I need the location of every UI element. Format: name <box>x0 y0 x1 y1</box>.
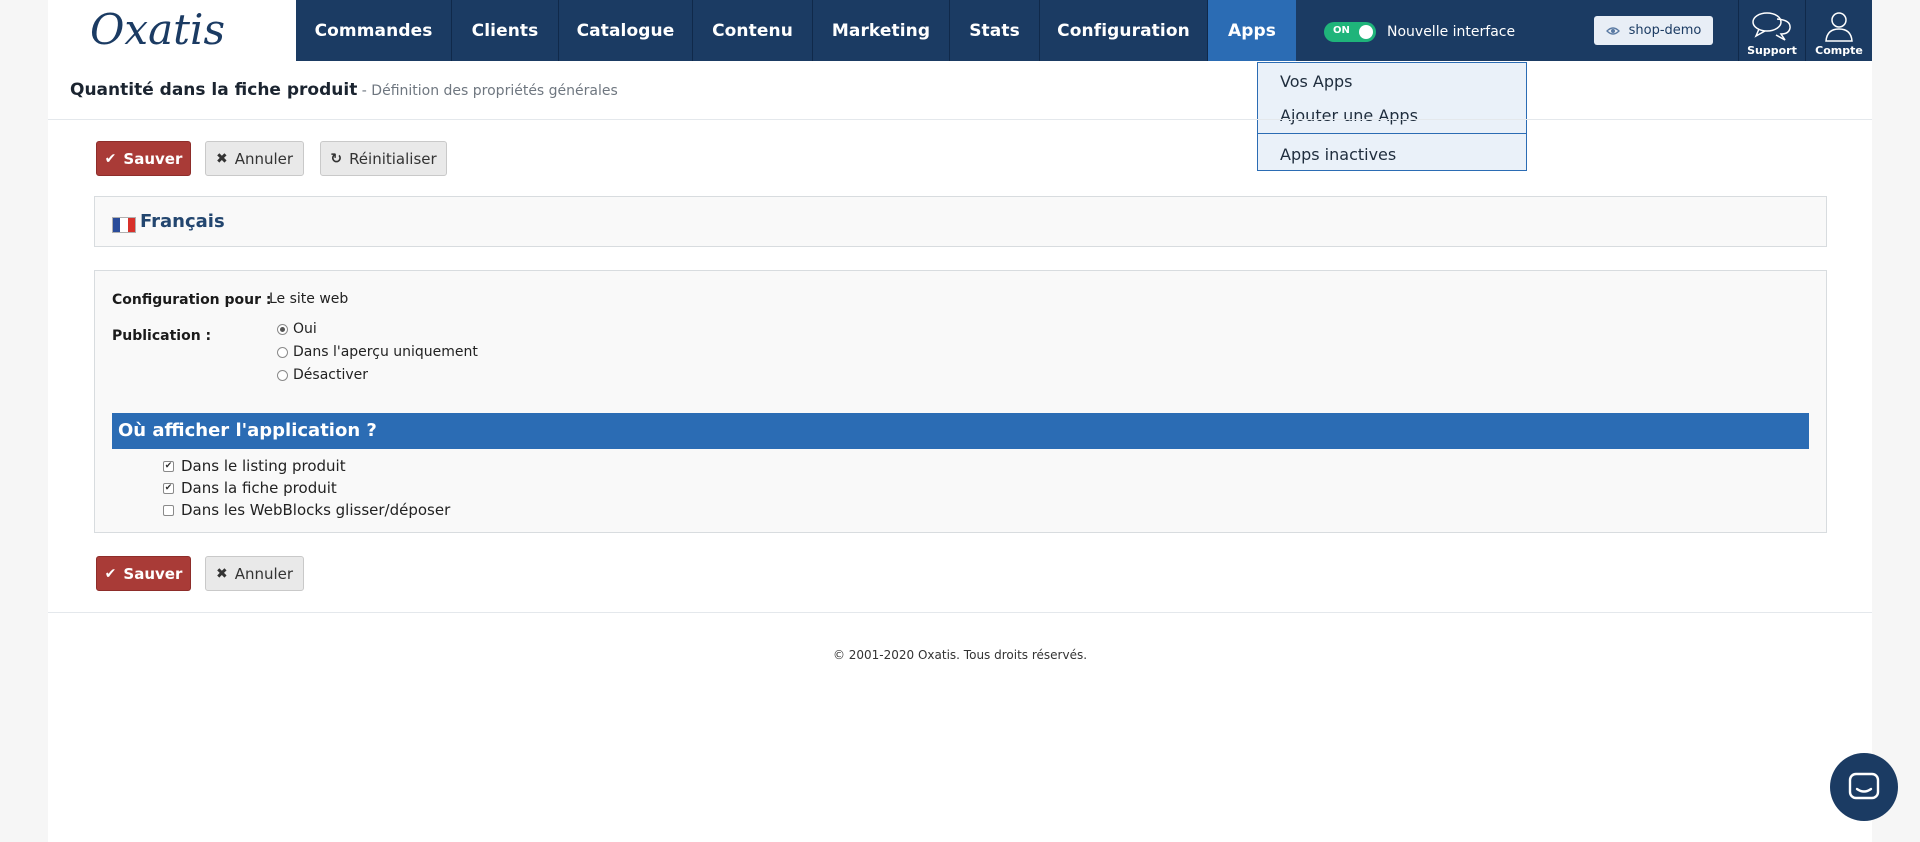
shop-button-label: shop-demo <box>1628 23 1702 38</box>
eye-icon <box>1605 26 1620 35</box>
language-label[interactable]: Français <box>140 211 225 232</box>
radio-desactiver[interactable] <box>277 369 288 381</box>
title-bar: Quantité dans la fiche produit - Définit… <box>48 61 1872 120</box>
x-icon: ✖ <box>215 150 228 167</box>
support-button[interactable]: Support <box>1738 0 1805 61</box>
checkbox-webblocks[interactable] <box>163 504 174 516</box>
check-icon: ✔ <box>104 150 117 167</box>
nav-clients[interactable]: Clients <box>451 0 558 61</box>
svg-text:Oxatis: Oxatis <box>90 5 225 54</box>
radio-oui-label: Oui <box>293 321 317 337</box>
menu-divider <box>1258 133 1526 134</box>
publication-label: Publication : <box>112 328 212 344</box>
oxatis-logo-icon: Oxatis <box>90 5 225 54</box>
account-button[interactable]: Compte <box>1805 0 1872 61</box>
x-icon: ✖ <box>215 565 228 582</box>
footer-copyright: © 2001-2020 Oxatis. Tous droits réservés… <box>832 648 1088 662</box>
checkbox-fiche-label: Dans la fiche produit <box>181 479 337 497</box>
nav-catalogue[interactable]: Catalogue <box>558 0 692 61</box>
cancel-button[interactable]: ✖ Annuler <box>205 141 304 176</box>
config-for-label: Configuration pour : <box>112 292 272 308</box>
save-button[interactable]: ✔ Sauver <box>96 141 191 176</box>
page: Oxatis Commandes Clients Catalogue Conte… <box>48 0 1872 842</box>
checkbox-webblocks-label: Dans les WebBlocks glisser/déposer <box>181 501 451 519</box>
toggle-state: ON <box>1333 25 1350 36</box>
radio-oui[interactable] <box>277 323 288 335</box>
nav-configuration[interactable]: Configuration <box>1039 0 1207 61</box>
support-label: Support <box>1747 44 1797 57</box>
reset-label: Réinitialiser <box>349 149 437 168</box>
refresh-icon: ↻ <box>330 150 343 167</box>
top-navbar: Oxatis Commandes Clients Catalogue Conte… <box>48 0 1872 61</box>
toggle-switch[interactable]: ON <box>1324 22 1376 42</box>
user-icon <box>1825 12 1853 42</box>
publication-option-oui[interactable]: Oui <box>277 321 317 337</box>
main-nav: Commandes Clients Catalogue Contenu Mark… <box>296 0 1296 61</box>
menu-item-apps-inactives[interactable]: Apps inactives <box>1280 145 1396 164</box>
speech-bubbles-icon <box>1752 12 1791 41</box>
display-option-listing[interactable]: ✔ Dans le listing produit <box>163 457 346 475</box>
config-panel: Configuration pour : Le site web Publica… <box>94 270 1827 533</box>
account-label: Compte <box>1815 44 1863 57</box>
checkbox-fiche[interactable]: ✔ <box>163 482 174 494</box>
toggle-knob <box>1359 25 1373 39</box>
page-title-text: Quantité dans la fiche produit <box>70 80 358 100</box>
page-title: Quantité dans la fiche produit - Définit… <box>70 80 618 100</box>
footer-divider <box>48 612 1872 613</box>
save-button-bottom[interactable]: ✔ Sauver <box>96 556 191 591</box>
checkbox-listing[interactable]: ✔ <box>163 460 174 472</box>
nav-stats[interactable]: Stats <box>949 0 1039 61</box>
nav-contenu[interactable]: Contenu <box>692 0 812 61</box>
cancel-label: Annuler <box>234 149 294 168</box>
logo[interactable]: Oxatis <box>48 0 296 61</box>
chat-icon <box>1848 772 1880 800</box>
radio-apercu[interactable] <box>277 346 288 358</box>
new-interface-toggle[interactable]: ON Nouvelle interface <box>1324 22 1515 42</box>
display-option-webblocks[interactable]: Dans les WebBlocks glisser/déposer <box>163 501 450 519</box>
display-option-fiche[interactable]: ✔ Dans la fiche produit <box>163 479 337 497</box>
section-header: Où afficher l'application ? <box>112 413 1809 449</box>
save-label-bottom: Sauver <box>123 564 183 583</box>
nav-marketing[interactable]: Marketing <box>812 0 949 61</box>
cancel-button-bottom[interactable]: ✖ Annuler <box>205 556 304 591</box>
nav-apps[interactable]: Apps <box>1207 0 1296 61</box>
shop-preview-button[interactable]: shop-demo <box>1594 16 1713 45</box>
check-icon: ✔ <box>104 565 117 582</box>
language-panel: Français <box>94 196 1827 247</box>
cancel-label-bottom: Annuler <box>234 564 294 583</box>
publication-option-desactiver[interactable]: Désactiver <box>277 367 368 383</box>
checkbox-listing-label: Dans le listing produit <box>181 457 346 475</box>
radio-desactiver-label: Désactiver <box>293 367 368 383</box>
save-label: Sauver <box>123 149 183 168</box>
radio-apercu-label: Dans l'aperçu uniquement <box>293 344 478 360</box>
publication-option-apercu[interactable]: Dans l'aperçu uniquement <box>277 344 478 360</box>
config-for-value: Le site web <box>269 291 349 307</box>
reset-button[interactable]: ↻ Réinitialiser <box>320 141 447 176</box>
page-subtitle: - Définition des propriétés générales <box>357 83 618 99</box>
nav-commandes[interactable]: Commandes <box>296 0 451 61</box>
toggle-label: Nouvelle interface <box>1387 24 1516 40</box>
french-flag-icon <box>112 217 136 233</box>
chat-launcher-button[interactable] <box>1830 753 1898 821</box>
